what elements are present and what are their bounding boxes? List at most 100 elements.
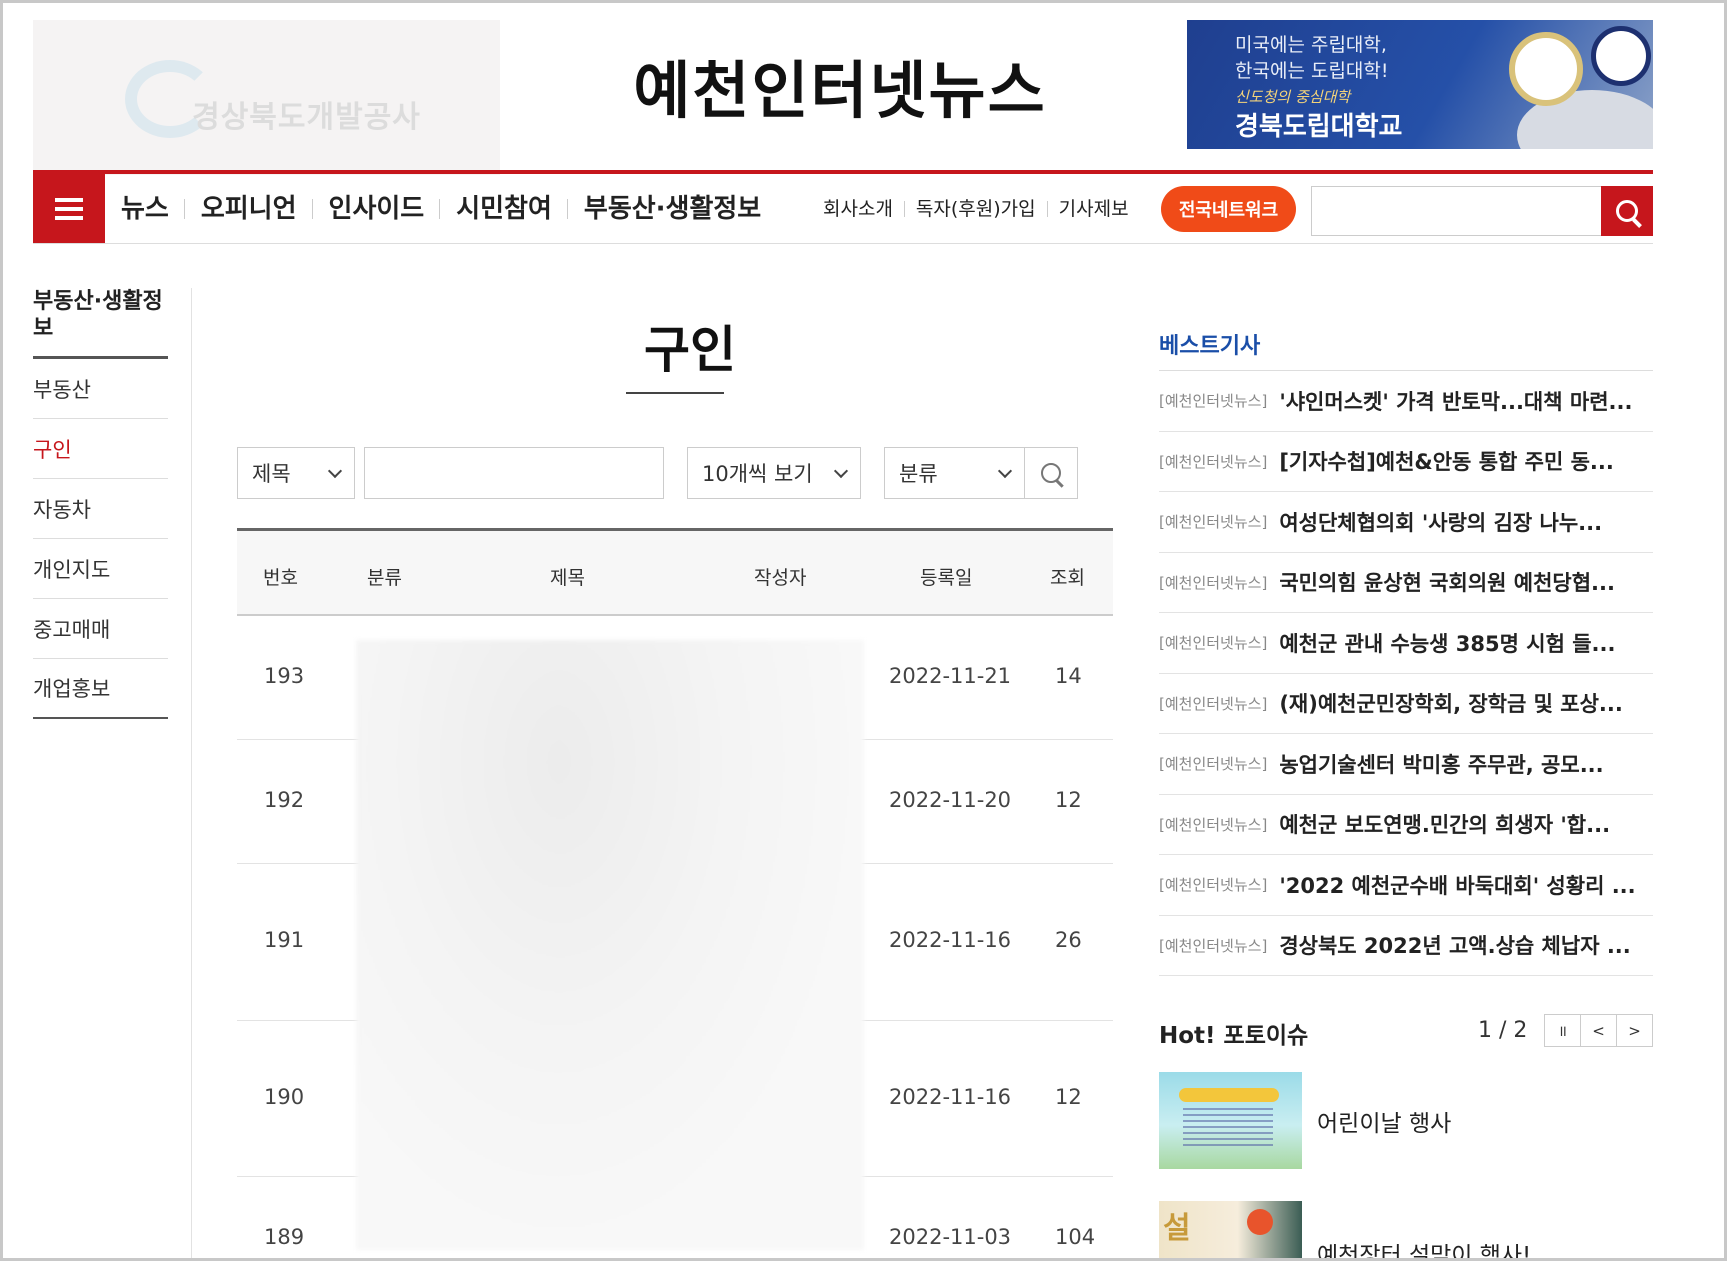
- sidebar-item-realestate[interactable]: 부동산: [33, 359, 168, 419]
- sidebar-item-jobs[interactable]: 구인: [33, 419, 168, 479]
- site-search-button[interactable]: [1601, 186, 1653, 236]
- list-item[interactable]: [예천인터넷뉴스] (재)예천군민장학회, 장학금 및 포상...: [1159, 674, 1653, 734]
- row-date: 2022-11-03: [889, 1225, 1012, 1249]
- list-item[interactable]: [예천인터넷뉴스] [기자수첩]예천&안동 통합 주민 동...: [1159, 432, 1653, 492]
- list-item[interactable]: [예천인터넷뉴스] 농업기술센터 박미홍 주무관, 공모...: [1159, 734, 1653, 795]
- th-category: 분류: [367, 567, 402, 589]
- sidebar-item-opening[interactable]: 개업홍보: [33, 659, 168, 719]
- th-number: 번호: [263, 567, 298, 589]
- right-ad-line3: 신도청의 중심대학: [1235, 88, 1351, 106]
- article-source: [예천인터넷뉴스]: [1159, 573, 1268, 592]
- pause-button[interactable]: ॥: [1544, 1014, 1581, 1047]
- list-item[interactable]: [예천인터넷뉴스] '2022 예천군수배 바둑대회' 성황리 ...: [1159, 855, 1653, 916]
- article-source: [예천인터넷뉴스]: [1159, 815, 1268, 834]
- row-number: 193: [264, 664, 305, 688]
- page-title: 구인: [644, 321, 736, 379]
- list-item[interactable]: [예천인터넷뉴스] '샤인머스켓' 가격 반토막...대책 마련...: [1159, 371, 1653, 432]
- th-author: 작성자: [754, 567, 807, 589]
- thumbnail-text: 설: [1163, 1211, 1191, 1246]
- photo-thumbnail[interactable]: [1159, 1072, 1302, 1169]
- left-banner-ad[interactable]: 경상북도개발공사: [33, 20, 500, 175]
- page-size-value: 10개씩 보기: [702, 462, 813, 486]
- sidebar-item-cars[interactable]: 자동차: [33, 479, 168, 539]
- list-item[interactable]: [예천인터넷뉴스] 국민의힘 윤상현 국회의원 예천당협...: [1159, 553, 1653, 613]
- row-number: 192: [264, 788, 305, 812]
- row-date: 2022-11-21: [889, 664, 1012, 688]
- sidebar-item-secondhand[interactable]: 중고매매: [33, 599, 168, 659]
- right-ad-line4: 경북도립대학교: [1235, 112, 1403, 142]
- poster-text-lines: [1183, 1108, 1273, 1148]
- hot-photo-title: Hot! 포토이슈: [1159, 1023, 1309, 1049]
- sidebar-item-tutoring[interactable]: 개인지도: [33, 539, 168, 599]
- article-source: [예천인터넷뉴스]: [1159, 634, 1268, 653]
- photo-thumbnail[interactable]: 설: [1159, 1201, 1302, 1261]
- photo-pager: 1 / 2: [1478, 1018, 1528, 1043]
- th-title: 제목: [550, 567, 585, 589]
- nav-sub-subscribe[interactable]: 독자(후원)가입: [903, 199, 1047, 218]
- list-item[interactable]: [예천인터넷뉴스] 여성단체협의회 '사랑의 김장 나누...: [1159, 492, 1653, 553]
- best-articles-title: 베스트기사: [1159, 334, 1261, 359]
- site-search-input[interactable]: [1311, 186, 1601, 236]
- menu-hamburger-icon[interactable]: [33, 174, 105, 243]
- chevron-down-icon: [833, 463, 849, 479]
- poster-banner: [1179, 1088, 1279, 1102]
- page-size-select[interactable]: 10개씩 보기: [687, 447, 861, 499]
- article-source: [예천인터넷뉴스]: [1159, 755, 1268, 774]
- row-date: 2022-11-16: [889, 928, 1012, 952]
- nav-item-opinion[interactable]: 오피니언: [183, 196, 312, 222]
- search-icon: [1041, 463, 1061, 483]
- page-title-underline: [626, 392, 724, 394]
- seal-emblem-icon: [1591, 26, 1651, 86]
- article-title: 예천군 관내 수능생 385명 시험 들...: [1279, 631, 1616, 656]
- category-select[interactable]: 분류: [884, 447, 1025, 499]
- article-source: [예천인터넷뉴스]: [1159, 452, 1268, 471]
- list-item[interactable]: [예천인터넷뉴스] 예천군 관내 수능생 385명 시험 들...: [1159, 613, 1653, 674]
- sidebar-divider: [191, 288, 192, 1261]
- search-field-value: 제목: [252, 462, 291, 486]
- keyword-input[interactable]: [364, 447, 664, 499]
- next-button[interactable]: >: [1616, 1014, 1653, 1047]
- right-ad-line1: 미국에는 주립대학,: [1235, 34, 1387, 56]
- list-item[interactable]: [예천인터넷뉴스] 예천군 보도연맹.민간의 희생자 '합...: [1159, 795, 1653, 855]
- article-title: 경상북도 2022년 고액.상습 체납자 ...: [1279, 934, 1631, 959]
- nav-sub-report[interactable]: 기사제보: [1046, 199, 1140, 218]
- prev-button[interactable]: <: [1580, 1014, 1617, 1047]
- nav-sub-menu: 회사소개 독자(후원)가입 기사제보: [823, 174, 1140, 243]
- photo-caption[interactable]: 어린이날 행사: [1317, 1104, 1451, 1138]
- article-title: 농업기술센터 박미홍 주무관, 공모...: [1279, 752, 1604, 777]
- article-title: [기자수첩]예천&안동 통합 주민 동...: [1279, 450, 1614, 475]
- nav-sub-company[interactable]: 회사소개: [823, 199, 904, 218]
- row-number: 191: [264, 928, 305, 952]
- university-emblem-icon: [1509, 32, 1583, 106]
- article-title: 여성단체협의회 '사랑의 김장 나누...: [1279, 510, 1603, 535]
- redacted-content-area: [356, 640, 864, 1250]
- nav-item-citizen[interactable]: 시민참여: [439, 196, 567, 222]
- article-title: '샤인머스켓' 가격 반토막...대책 마련...: [1279, 389, 1633, 414]
- best-articles-list: [예천인터넷뉴스] '샤인머스켓' 가격 반토막...대책 마련... [예천인터…: [1159, 370, 1653, 976]
- search-field-select[interactable]: 제목: [237, 447, 355, 499]
- article-title: 국민의힘 윤상현 국회의원 예천당협...: [1279, 571, 1615, 596]
- th-date: 등록일: [920, 567, 973, 589]
- list-item[interactable]: [예천인터넷뉴스] 경상북도 2022년 고액.상습 체납자 ...: [1159, 916, 1653, 976]
- article-title: '2022 예천군수배 바둑대회' 성황리 ...: [1279, 873, 1636, 898]
- sidebar-title: 부동산·생활정보: [33, 288, 168, 359]
- search-icon: [1616, 200, 1638, 222]
- row-views: 12: [1055, 788, 1082, 812]
- photo-caption[interactable]: 예천장터 설맞이 행사!: [1317, 1236, 1531, 1261]
- nav-item-realestate[interactable]: 부동산·생활정보: [566, 196, 776, 222]
- article-title: 예천군 보도연맹.민간의 희생자 '합...: [1279, 813, 1611, 838]
- row-date: 2022-11-20: [889, 788, 1012, 812]
- site-title[interactable]: 예천인터넷뉴스: [600, 40, 1080, 130]
- nav-item-inside[interactable]: 인사이드: [311, 196, 440, 222]
- row-number: 189: [264, 1225, 305, 1249]
- board-search-button[interactable]: [1024, 447, 1078, 499]
- article-source: [예천인터넷뉴스]: [1159, 936, 1268, 955]
- chevron-down-icon: [997, 463, 1013, 479]
- national-network-button[interactable]: 전국네트워크: [1161, 186, 1296, 232]
- chevron-down-icon: [327, 463, 343, 479]
- nav-item-news[interactable]: 뉴스: [121, 196, 184, 222]
- th-views: 조회: [1050, 567, 1085, 589]
- article-source: [예천인터넷뉴스]: [1159, 876, 1268, 895]
- category-sidebar: 부동산·생활정보 부동산 구인 자동차 개인지도 중고매매 개업홍보: [33, 288, 168, 719]
- right-banner-ad[interactable]: 미국에는 주립대학, 한국에는 도립대학! 신도청의 중심대학 경북도립대학교: [1187, 20, 1653, 149]
